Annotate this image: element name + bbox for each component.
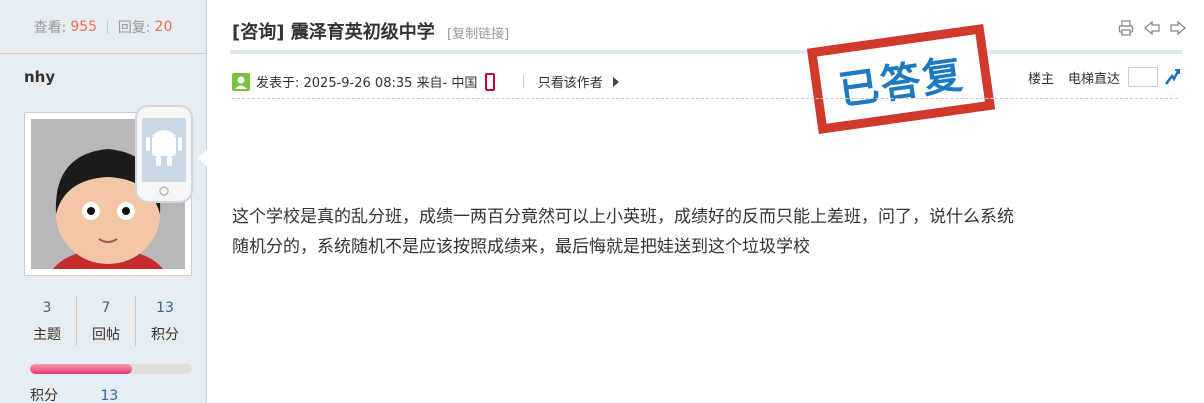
thread-title-text: [咨询] 震泽育英初级中学	[232, 22, 435, 43]
count-value[interactable]: 3	[18, 300, 76, 316]
post-content-line: 这个学校是真的乱分班，成绩一两百分竟然可以上小英班，成绩好的反而只能上差班，问了…	[232, 207, 1014, 227]
score-label: 积分	[30, 388, 58, 403]
only-author-link[interactable]: 只看该作者	[538, 72, 603, 91]
views-label: 查看:	[33, 19, 67, 36]
printer-icon[interactable]	[1118, 20, 1134, 36]
copy-link[interactable]: [复制链接]	[447, 27, 509, 42]
score-value: 13	[100, 388, 119, 403]
floor-nav: 楼主 电梯直达	[1028, 67, 1180, 87]
floor-label: 楼主	[1027, 71, 1054, 87]
count-value[interactable]: 13	[136, 300, 194, 316]
count-label: 回帖	[92, 327, 120, 343]
count-replies[interactable]: 7 回帖	[77, 296, 136, 346]
count-label: 积分	[151, 327, 179, 343]
meta-divider-line	[232, 98, 1178, 99]
arrow-right-icon[interactable]	[1170, 20, 1186, 36]
online-user-icon	[232, 72, 250, 91]
author-counts: 3 主题 7 回帖 13 积分	[18, 296, 194, 346]
android-client-icon	[134, 104, 194, 204]
sidebar-pointer	[198, 150, 207, 166]
replies-label: 回复:	[117, 19, 151, 36]
jump-go-icon[interactable]	[1164, 68, 1180, 86]
thread-stats: 查看: 955 | 回复: 20	[0, 0, 206, 54]
level-progress-fill	[30, 364, 133, 374]
elevator-label: 电梯直达	[1067, 71, 1120, 87]
views-count: 955	[70, 18, 98, 35]
title-divider	[230, 50, 1182, 54]
floor-jump-input[interactable]	[1128, 67, 1158, 87]
replies-count: 20	[154, 18, 173, 35]
post-time: 发表于: 2025-9-26 08:35 来自- 中国	[256, 76, 478, 91]
post-content: 这个学校是真的乱分班，成绩一两百分竟然可以上小英班，成绩好的反而只能上差班，问了…	[232, 202, 1182, 262]
count-label: 主题	[33, 327, 61, 343]
answered-stamp: 已答复	[806, 24, 996, 134]
score-row: 积分 13	[30, 385, 118, 403]
triangle-right-icon	[612, 76, 619, 87]
thread-tools	[1118, 20, 1186, 36]
level-progress-bar	[30, 364, 192, 374]
mobile-phone-icon	[485, 72, 496, 91]
thread-title: [咨询] 震泽育英初级中学 [复制链接]	[232, 18, 509, 44]
author-sidebar: 查看: 955 | 回复: 20 nhy 3 主题 7 回帖 13 积分 积分 …	[0, 0, 207, 403]
arrow-left-icon[interactable]	[1144, 20, 1160, 36]
count-threads[interactable]: 3 主题	[18, 296, 77, 346]
count-points[interactable]: 13 积分	[136, 296, 194, 346]
post-content-line: 随机分的，系统随机不是应该按照成绩来，最后悔就是把娃送到这个垃圾学校	[232, 237, 810, 257]
stats-divider: |	[105, 18, 110, 35]
post-meta: 发表于: 2025-9-26 08:35 来自- 中国 | 只看该作者	[232, 72, 619, 91]
author-username[interactable]: nhy	[24, 68, 55, 86]
meta-divider: |	[521, 74, 526, 89]
count-value[interactable]: 7	[77, 300, 135, 316]
stamp-text: 已答复	[835, 51, 968, 115]
